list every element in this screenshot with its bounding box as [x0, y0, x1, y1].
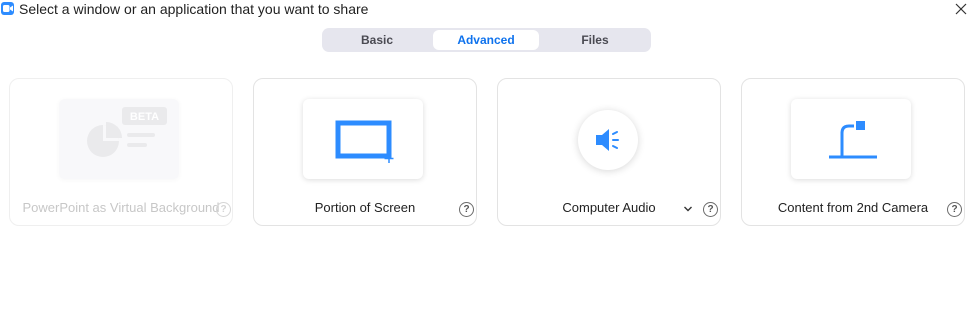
- card-computer-audio[interactable]: Computer Audio ?: [497, 78, 721, 226]
- tab-basic[interactable]: Basic: [324, 30, 430, 50]
- share-dialog: Select a window or an application that y…: [0, 0, 975, 314]
- card-label: PowerPoint as Virtual Background: [22, 200, 220, 215]
- help-icon[interactable]: ?: [947, 202, 962, 217]
- chevron-down-icon[interactable]: [683, 205, 693, 213]
- card-powerpoint-virtual-background: BETA PowerPoint as Virtual Background ?: [9, 78, 233, 226]
- close-icon: [955, 3, 967, 15]
- dialog-title: Select a window or an application that y…: [19, 1, 369, 17]
- help-icon: ?: [216, 202, 231, 217]
- help-icon[interactable]: ?: [703, 202, 718, 217]
- tab-files[interactable]: Files: [542, 30, 648, 50]
- zoom-logo-icon: [1, 2, 14, 15]
- tab-advanced[interactable]: Advanced: [433, 30, 539, 50]
- share-tabs: Basic Advanced Files: [322, 28, 651, 52]
- document-camera-icon: [791, 99, 911, 179]
- card-label: Content from 2nd Camera: [777, 200, 929, 215]
- portion-screen-icon: [303, 99, 423, 179]
- card-content-from-2nd-camera[interactable]: Content from 2nd Camera ?: [741, 78, 965, 226]
- card-portion-of-screen[interactable]: Portion of Screen ?: [253, 78, 477, 226]
- help-icon[interactable]: ?: [459, 202, 474, 217]
- card-label: Portion of Screen: [314, 200, 416, 215]
- title-bar: Select a window or an application that y…: [0, 0, 975, 20]
- beta-badge: BETA: [130, 111, 159, 123]
- close-button[interactable]: [951, 0, 971, 18]
- speaker-icon: [578, 110, 638, 170]
- powerpoint-icon: BETA: [59, 99, 179, 179]
